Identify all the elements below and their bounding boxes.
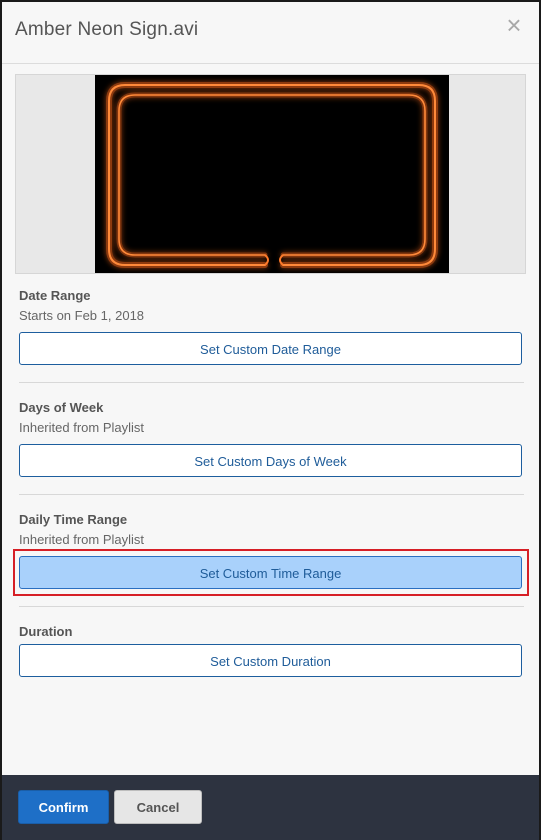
video-preview	[15, 74, 526, 274]
days-of-week-section: Days of Week Inherited from Playlist	[19, 400, 524, 435]
confirm-button[interactable]: Confirm	[18, 790, 109, 824]
schedule-dialog: Amber Neon Sign.avi × Date Range Starts …	[0, 0, 541, 840]
dialog-title: Amber Neon Sign.avi	[15, 19, 199, 40]
set-custom-time-range-button[interactable]: Set Custom Time Range	[19, 556, 522, 589]
daily-time-range-section: Daily Time Range Inherited from Playlist	[19, 512, 524, 547]
neon-sign-thumbnail	[95, 75, 449, 273]
set-custom-date-range-button[interactable]: Set Custom Date Range	[19, 332, 522, 365]
cancel-button[interactable]: Cancel	[114, 790, 202, 824]
divider	[19, 494, 524, 495]
date-range-label: Date Range	[19, 288, 91, 303]
date-range-status: Starts on Feb 1, 2018	[19, 308, 145, 323]
duration-label: Duration	[19, 624, 73, 639]
close-icon[interactable]: ×	[503, 12, 525, 38]
days-of-week-label: Days of Week	[19, 400, 104, 415]
set-custom-duration-button[interactable]: Set Custom Duration	[19, 644, 522, 677]
dialog-header: Amber Neon Sign.avi ×	[2, 2, 539, 64]
duration-section: Duration	[19, 624, 524, 639]
date-range-section: Date Range Starts on Feb 1, 2018	[19, 288, 524, 323]
dialog-footer: Confirm Cancel	[2, 775, 539, 840]
set-custom-days-of-week-button[interactable]: Set Custom Days of Week	[19, 444, 522, 477]
days-of-week-status: Inherited from Playlist	[19, 420, 144, 435]
daily-time-range-status: Inherited from Playlist	[19, 532, 144, 547]
daily-time-range-label: Daily Time Range	[19, 512, 128, 527]
divider	[19, 606, 524, 607]
divider	[19, 382, 524, 383]
